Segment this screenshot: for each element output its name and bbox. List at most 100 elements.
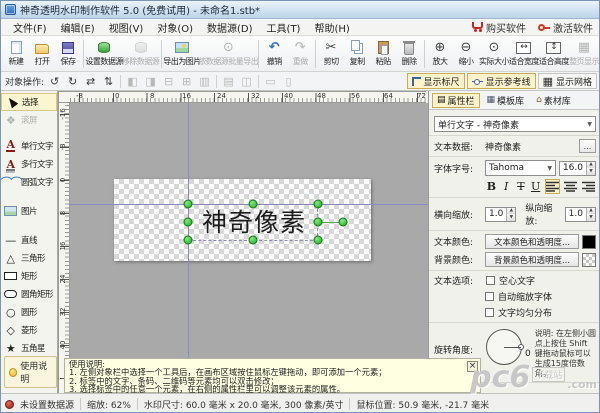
tool-circle[interactable]: ○圆形 [1,303,57,321]
workspace[interactable]: 神奇像素 [70,103,428,393]
underline-button[interactable]: U [529,179,542,194]
strikethrough-button[interactable]: T [515,179,528,194]
menu-tools[interactable]: 工具(T) [261,19,307,36]
copy-button[interactable]: 复制 [344,37,370,70]
even-distribution-checkbox[interactable] [485,308,494,317]
circle-icon: ○ [3,305,18,319]
cut-button[interactable]: ✂剪切 [318,37,344,70]
flip-vertical-icon[interactable]: ⇅ [101,74,116,88]
font-label: 字体字号: [434,162,482,175]
bg-color-swatch[interactable] [582,253,596,267]
tool-triangle[interactable]: △三角形 [1,249,57,267]
tool-star[interactable]: ★五角星 [1,339,57,357]
toolbar-separator [216,75,217,88]
menu-edit[interactable]: 编辑(E) [55,19,101,36]
selection-handle[interactable] [184,236,193,245]
selection-handle[interactable] [249,200,258,209]
spinner-down-icon[interactable]: ▼ [587,214,595,221]
tool-line[interactable]: —直线 [1,231,57,249]
vertical-guide[interactable] [188,103,189,393]
tool-multi-line-text[interactable]: A多行文字 [1,155,57,173]
rotation-value: 0 [525,349,531,359]
spinner-down-icon[interactable]: ▼ [587,168,595,175]
show-guides-toggle[interactable]: 显示参考线 [467,73,536,89]
cart-icon [472,22,483,29]
actual-size-button[interactable]: ⊙实际大小 [479,37,509,70]
tool-image[interactable]: 图片 [1,202,57,220]
align-left-button[interactable] [545,179,560,194]
menu-view[interactable]: 视图(V) [103,19,150,36]
align-center-button[interactable] [563,179,578,194]
text-data-value[interactable]: 神奇像素 [485,140,521,153]
tab-materials[interactable]: ⌂素材库 [531,93,576,108]
auto-scale-font-checkbox[interactable] [485,292,494,301]
picture-icon [4,206,17,216]
tool-rectangle[interactable]: 矩形 [1,267,57,285]
templates-icon: ▦ [487,96,496,105]
fit-height-button[interactable]: ↕适合高度 [539,37,569,70]
menu-help[interactable]: 帮助(H) [308,19,355,36]
menu-file[interactable]: 文件(F) [7,19,53,36]
ruler-label: 72 [417,92,426,100]
selection-handle[interactable] [249,236,258,245]
rotate-right-icon[interactable]: ↻ [65,74,80,88]
flip-horizontal-icon[interactable]: ⇄ [83,74,98,88]
bold-button[interactable]: B [485,179,498,194]
vertical-ruler: -16 -8 0 8 16 24 32 40 [58,103,70,393]
tool-select[interactable]: 选择 [1,93,57,111]
new-button[interactable]: 新建 [3,37,29,70]
text-data-more-button[interactable]: ... [579,139,596,153]
menu-datasource[interactable]: 数据源(D) [201,19,259,36]
delete-button[interactable]: 删除 [396,37,422,70]
selection-handle[interactable] [314,200,323,209]
bg-color-button[interactable]: 背景颜色和透明度... [485,252,579,267]
tool-arc-text[interactable]: ⌒⌒圆弧文字 [1,173,57,191]
tab-templates[interactable]: ▦模板库 [482,93,530,108]
rotation-handle[interactable] [339,218,348,227]
selection-handle[interactable] [184,200,193,209]
rotate-left-icon[interactable]: ↺ [47,74,62,88]
font-size-spinner[interactable]: 16.0▲▼ [559,161,596,176]
hollow-text-checkbox[interactable] [486,276,495,285]
selection-handle[interactable] [314,218,323,227]
undo-button[interactable]: ↶撤销 [261,37,287,70]
open-button[interactable]: 打开 [29,37,55,70]
save-button[interactable]: 保存 [55,37,81,70]
menu-object[interactable]: 对象(O) [151,19,199,36]
zoom-in-button[interactable]: ⊕放大 [427,37,453,70]
tool-single-line-text[interactable]: A单行文字 [1,137,57,155]
dial-handle-dot[interactable] [518,344,524,350]
help-button[interactable]: 使用说明 [4,356,57,388]
tooltip-title: 使用说明: [69,360,466,368]
paste-button[interactable]: 粘贴 [370,37,396,70]
text-color-swatch[interactable] [582,235,596,249]
tool-rounded-rectangle[interactable]: 圆角矩形 [1,285,57,303]
ruler-label: 64 [384,92,393,100]
usage-tooltip: 使用说明: 1. 左侧对象栏中选择一个工具后，在画布区域按住鼠标左键拖动，即可添… [64,358,481,393]
text-color-button[interactable]: 文本颜色和透明度... [485,234,579,249]
vscale-spinner[interactable]: 1.0▲▼ [565,207,596,222]
view-toggles: 显示标尺 显示参考线 ▦显示网格 [407,73,597,89]
fit-width-button[interactable]: ↔适合宽度 [509,37,539,70]
show-grid-toggle[interactable]: ▦显示网格 [538,73,597,89]
italic-button[interactable]: I [500,179,513,194]
toolbar-separator [120,75,121,88]
selection-handle[interactable] [314,236,323,245]
font-family-dropdown[interactable]: Tahoma▼ [485,160,556,176]
buy-software-button[interactable]: 购买软件 [472,20,526,35]
object-selector-dropdown[interactable]: 单行文字 - 神奇像素▼ [434,116,596,132]
tool-diamond[interactable]: ◇菱形 [1,321,57,339]
hscale-spinner[interactable]: 1.0▲▼ [485,207,516,222]
activate-software-button[interactable]: 激活软件 [538,20,593,35]
spinner-down-icon[interactable]: ▼ [507,214,515,221]
tab-properties[interactable]: ▤属性栏 [432,93,480,108]
show-ruler-toggle[interactable]: 显示标尺 [407,73,465,89]
zoom-out-button[interactable]: ⊖缩小 [453,37,479,70]
set-datasource-button[interactable]: 设置数据源 [86,37,123,70]
align-right-button[interactable] [581,179,596,194]
export-image-button[interactable]: 导出为图片 [164,37,201,70]
selection-handle[interactable] [184,218,193,227]
ungroup-icon: ▯ [281,74,296,88]
bulb-icon [9,368,17,377]
menu-bar: 文件(F) 编辑(E) 视图(V) 对象(O) 数据源(D) 工具(T) 帮助(… [1,19,600,36]
